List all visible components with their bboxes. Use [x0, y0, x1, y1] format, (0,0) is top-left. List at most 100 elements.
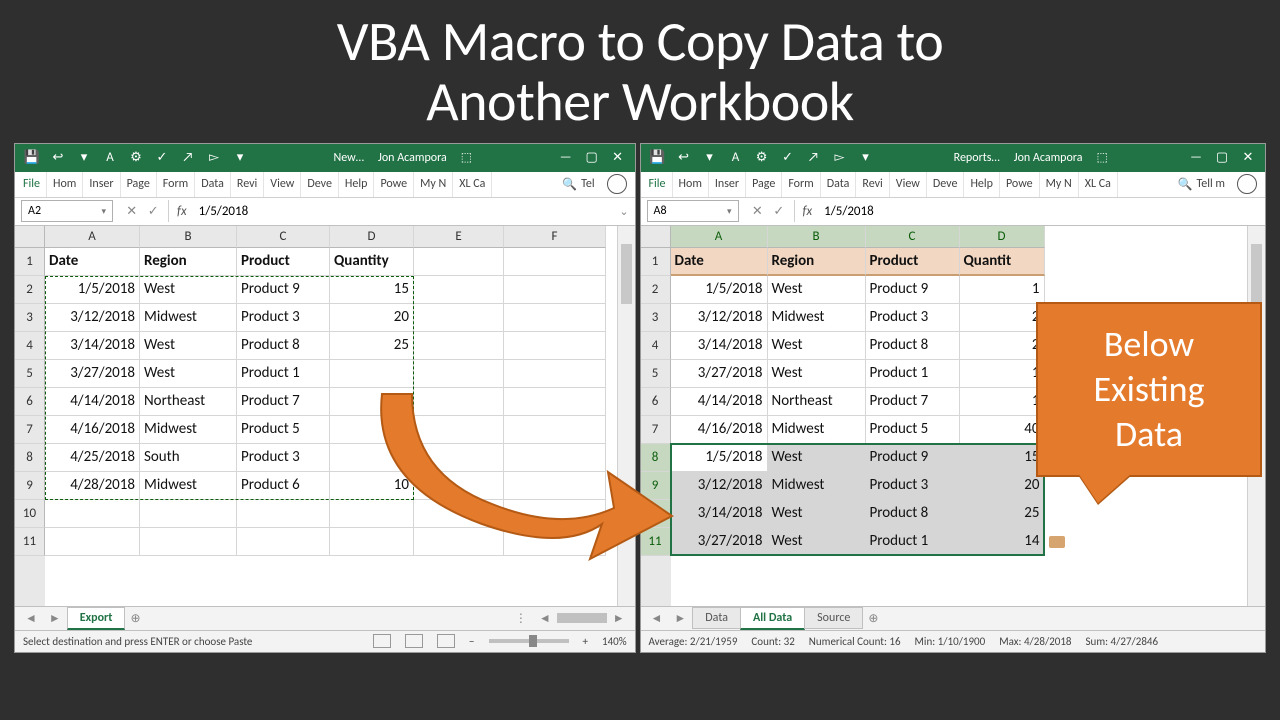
- cell[interactable]: West: [768, 360, 866, 388]
- cell[interactable]: Product 3: [237, 304, 330, 332]
- col-header[interactable]: C: [237, 226, 330, 248]
- cell[interactable]: Product 9: [866, 444, 960, 472]
- ribbon-tab-home[interactable]: Hom: [673, 172, 709, 197]
- row-header[interactable]: 3: [15, 304, 45, 332]
- cell[interactable]: 3/27/2018: [671, 528, 768, 556]
- cell[interactable]: West: [768, 528, 866, 556]
- cell[interactable]: Product 8: [866, 500, 960, 528]
- cell[interactable]: 15: [960, 444, 1045, 472]
- row-header[interactable]: 5: [641, 360, 671, 388]
- cell[interactable]: Quantity: [330, 248, 414, 276]
- row-header[interactable]: 8: [641, 444, 671, 472]
- cell[interactable]: Midwest: [140, 472, 237, 500]
- row-header[interactable]: 2: [15, 276, 45, 304]
- row-header[interactable]: 8: [15, 444, 45, 472]
- qat-icon-2[interactable]: ⚙: [123, 147, 149, 169]
- cell[interactable]: [414, 248, 504, 276]
- ribbon-tab-review[interactable]: Revi: [231, 172, 264, 197]
- cell[interactable]: 2: [960, 304, 1045, 332]
- cell[interactable]: 1: [960, 360, 1045, 388]
- ribbon-tab-view[interactable]: View: [264, 172, 301, 197]
- cell[interactable]: 1/5/2018: [45, 276, 140, 304]
- name-box[interactable]: A8: [647, 200, 739, 222]
- col-header[interactable]: A: [671, 226, 768, 248]
- ribbon-tab-myn[interactable]: My N: [1040, 172, 1079, 197]
- ribbon-tab-data[interactable]: Data: [821, 172, 857, 197]
- save-icon[interactable]: 💾: [645, 147, 671, 169]
- row-header[interactable]: 4: [15, 332, 45, 360]
- cell[interactable]: 2: [960, 332, 1045, 360]
- cell[interactable]: Northeast: [140, 388, 237, 416]
- cell[interactable]: [504, 416, 606, 444]
- cell[interactable]: West: [140, 276, 237, 304]
- cell[interactable]: 3/14/2018: [671, 332, 768, 360]
- cell[interactable]: Product 8: [237, 332, 330, 360]
- cell[interactable]: [140, 500, 237, 528]
- cell[interactable]: 4/16/2018: [45, 416, 140, 444]
- maximize-button[interactable]: ▢: [579, 147, 605, 169]
- cell[interactable]: Product: [866, 248, 960, 276]
- ribbon-tab-myn[interactable]: My N: [414, 172, 453, 197]
- row-header[interactable]: 5: [15, 360, 45, 388]
- cell[interactable]: West: [140, 360, 237, 388]
- cell[interactable]: [140, 528, 237, 556]
- cell[interactable]: Product 5: [866, 416, 960, 444]
- cell[interactable]: [414, 472, 504, 500]
- qat-cursor-icon[interactable]: ▻: [201, 147, 227, 169]
- col-header[interactable]: D: [960, 226, 1045, 248]
- ribbon-tab-insert[interactable]: Inser: [709, 172, 746, 197]
- cell[interactable]: West: [768, 332, 866, 360]
- row-header[interactable]: 10: [641, 500, 671, 528]
- ribbon-tab-formulas[interactable]: Form: [782, 172, 820, 197]
- ribbon-tab-home[interactable]: Hom: [47, 172, 83, 197]
- qat-icon-4[interactable]: ↗: [801, 147, 827, 169]
- qat-dropdown-icon[interactable]: ▾: [227, 147, 253, 169]
- cell[interactable]: Region: [140, 248, 237, 276]
- ribbon-tab-developer[interactable]: Deve: [927, 172, 965, 197]
- row-header[interactable]: 1: [641, 248, 671, 276]
- cell[interactable]: West: [768, 444, 866, 472]
- ribbon-tab-file[interactable]: File: [17, 172, 47, 197]
- sheet-nav-prev[interactable]: ◄: [19, 611, 43, 626]
- select-all-corner[interactable]: [641, 226, 671, 248]
- cell[interactable]: 4/16/2018: [671, 416, 768, 444]
- cell[interactable]: 40: [960, 416, 1045, 444]
- cell[interactable]: Midwest: [768, 304, 866, 332]
- ribbon-tab-formulas[interactable]: Form: [157, 172, 195, 197]
- vertical-scrollbar[interactable]: [617, 226, 635, 606]
- select-all-corner[interactable]: [15, 226, 45, 248]
- cell[interactable]: 1/5/2018: [671, 444, 768, 472]
- row-header[interactable]: 3: [641, 304, 671, 332]
- cell[interactable]: Product 3: [866, 304, 960, 332]
- cell[interactable]: 25: [960, 500, 1045, 528]
- cell[interactable]: [414, 416, 504, 444]
- ribbon-tab-insert[interactable]: Inser: [83, 172, 120, 197]
- ribbon-tab-help[interactable]: Help: [964, 172, 1000, 197]
- qat-icon[interactable]: A: [723, 147, 749, 169]
- cell[interactable]: 3/27/2018: [671, 360, 768, 388]
- cell[interactable]: 3/27/2018: [45, 360, 140, 388]
- cell[interactable]: [504, 248, 606, 276]
- cell[interactable]: Date: [45, 248, 140, 276]
- cell[interactable]: Product 9: [237, 276, 330, 304]
- row-header[interactable]: 10: [15, 500, 45, 528]
- cell[interactable]: 20: [330, 444, 414, 472]
- cell[interactable]: 4/14/2018: [671, 388, 768, 416]
- zoom-out-button[interactable]: −: [469, 635, 474, 648]
- cell[interactable]: Product 3: [866, 472, 960, 500]
- cell[interactable]: [414, 528, 504, 556]
- cancel-icon[interactable]: ✕: [126, 204, 137, 219]
- cell[interactable]: 40: [330, 416, 414, 444]
- cell[interactable]: [504, 276, 606, 304]
- redo-icon[interactable]: ▾: [697, 147, 723, 169]
- cell[interactable]: 20: [330, 304, 414, 332]
- sheet-tab-data[interactable]: Data: [692, 607, 741, 629]
- cell[interactable]: West: [768, 276, 866, 304]
- ribbon-tab-developer[interactable]: Deve: [301, 172, 339, 197]
- cell[interactable]: Midwest: [140, 304, 237, 332]
- fx-icon[interactable]: fx: [169, 204, 195, 219]
- sheet-tab-source[interactable]: Source: [804, 607, 863, 629]
- ribbon-tab-help[interactable]: Help: [339, 172, 375, 197]
- normal-view-button[interactable]: [373, 634, 391, 648]
- cell[interactable]: 15: [330, 276, 414, 304]
